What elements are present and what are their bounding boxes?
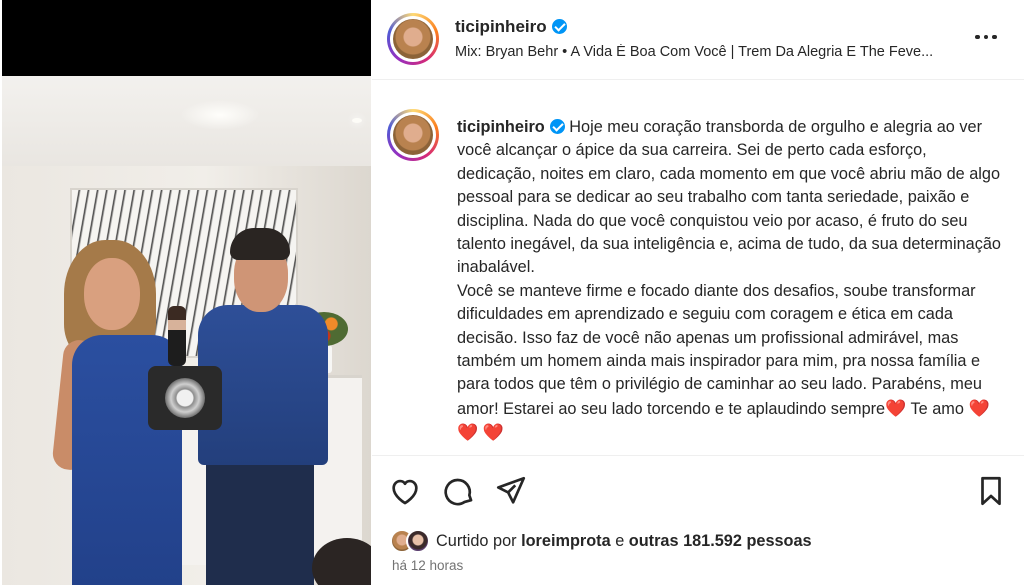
liker-avatar [406, 529, 430, 553]
photo-trophy-logo [165, 378, 205, 418]
photo-ceiling-light [180, 100, 260, 130]
photo-man-jeans [206, 460, 314, 585]
photo-black-band [2, 0, 371, 76]
photo-figurine [168, 306, 186, 366]
likes-text: Curtido por loreimprota e outras 181.592… [436, 532, 812, 551]
caption-end: Te amo [906, 399, 969, 418]
heart-icon[interactable] [388, 474, 422, 508]
author-username[interactable]: ticipinheiro [455, 17, 567, 37]
photo-woman-face [84, 258, 140, 330]
likes-others[interactable]: outras 181.592 pessoas [629, 532, 812, 550]
avatar-image [393, 19, 433, 59]
author-username-text[interactable]: ticipinheiro [455, 17, 547, 36]
likes-join: e [615, 531, 625, 550]
bookmark-icon[interactable] [974, 474, 1008, 508]
post-timestamp[interactable]: há 12 horas [392, 558, 463, 573]
audio-track-link[interactable]: Mix: Bryan Behr • A Vida É Boa Com Você … [455, 44, 955, 60]
caption-author-avatar[interactable] [387, 109, 439, 161]
likes-summary[interactable]: Curtido por loreimprota e outras 181.592… [390, 526, 812, 556]
post-header: ticipinheiro Mix: Bryan Behr • A Vida É … [372, 0, 1024, 80]
post-panel: ticipinheiro Mix: Bryan Behr • A Vida É … [372, 0, 1024, 585]
caption-username[interactable]: ticipinheiro [457, 118, 545, 136]
photo-man-hair [230, 228, 290, 260]
post-photo[interactable] [2, 0, 371, 585]
share-icon[interactable] [494, 474, 528, 508]
action-bar [372, 455, 1024, 525]
caption-body: Hoje meu coração transborda de orgulho e… [457, 118, 1001, 418]
caption-text: ticipinheiro Hoje meu coração transborda… [457, 116, 1002, 446]
likes-prefix: Curtido por [436, 531, 517, 550]
comment-icon[interactable] [442, 474, 476, 508]
author-avatar[interactable] [387, 13, 439, 65]
verified-badge-icon [549, 119, 565, 134]
heart-emoji: ❤️ [885, 398, 907, 418]
more-options-icon[interactable] [975, 30, 1001, 44]
liked-by-user[interactable]: loreimprota [521, 532, 611, 550]
photo-downlight [352, 118, 362, 123]
avatar-image [393, 115, 433, 155]
verified-badge-icon [551, 19, 567, 34]
